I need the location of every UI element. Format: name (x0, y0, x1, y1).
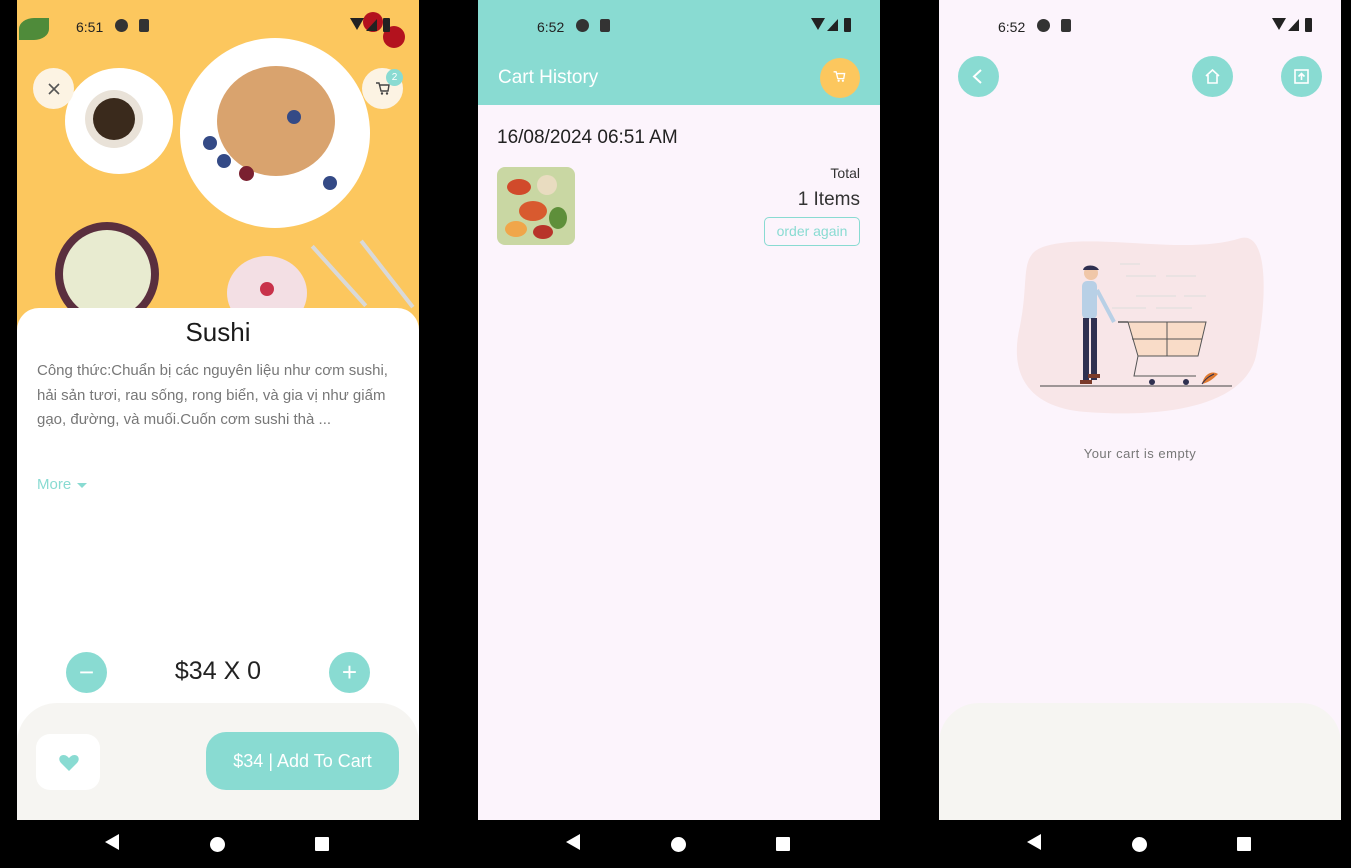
sd-card-icon (1061, 19, 1071, 32)
food-piece (533, 225, 553, 239)
close-icon (47, 82, 60, 95)
order-date: 16/08/2024 06:51 AM (497, 127, 678, 148)
cart-history-phone: 6:52 Cart History 16/08/2024 06:51 AM To… (478, 0, 880, 868)
back-button[interactable] (958, 56, 999, 97)
wifi-icon (350, 18, 364, 30)
upload-button[interactable] (1281, 56, 1322, 97)
notification-icon (1037, 19, 1050, 32)
close-button[interactable] (33, 68, 74, 109)
food-piece (537, 175, 557, 195)
empty-cart-screen: 6:52 Your cart is empty (939, 0, 1341, 820)
nav-home-icon[interactable] (671, 837, 686, 852)
notification-icon (115, 19, 128, 32)
sd-card-icon (600, 19, 610, 32)
nav-recents-icon[interactable] (776, 837, 790, 851)
nav-back-icon[interactable] (105, 834, 119, 850)
food-piece (507, 179, 531, 195)
signal-icon (827, 19, 838, 31)
blueberry (217, 154, 231, 168)
food-description: Công thức:Chuẩn bị các nguyên liệu như c… (37, 362, 388, 428)
nav-back-icon[interactable] (566, 834, 580, 850)
status-bar: 6:52 (939, 0, 1341, 52)
nav-home-icon[interactable] (1132, 837, 1147, 852)
food-piece (519, 201, 547, 221)
blueberry (323, 176, 337, 190)
more-label: More (37, 476, 72, 493)
nav-back-icon[interactable] (1027, 834, 1041, 850)
status-bar: 6:51 (17, 0, 419, 52)
bottom-area (939, 703, 1341, 820)
upload-icon (1294, 69, 1309, 84)
status-bar: 6:52 (478, 0, 880, 52)
wifi-icon (1272, 18, 1286, 30)
caret-down-icon (77, 482, 88, 488)
signal-icon (1288, 19, 1299, 31)
more-toggle[interactable]: More (37, 476, 88, 493)
nav-recents-icon[interactable] (1237, 837, 1251, 851)
food-title: Sushi (185, 317, 251, 347)
strawberry (260, 282, 274, 296)
heart-icon (59, 755, 79, 771)
battery-icon (383, 18, 390, 32)
home-button[interactable] (1192, 56, 1233, 97)
add-to-cart-button[interactable]: $34 | Add To Cart (206, 732, 399, 790)
empty-cart-phone: 6:52 Your cart is empty (939, 0, 1341, 868)
food-piece (505, 221, 527, 237)
cream (63, 230, 151, 318)
favorite-button[interactable] (36, 734, 100, 790)
food-detail-phone: 6:51 2 Sushi Công thức:Chuẩn bị các nguy… (17, 0, 419, 868)
chevron-left-icon (972, 69, 982, 84)
blueberry (287, 110, 301, 124)
system-nav-bar (17, 820, 419, 868)
nav-home-icon[interactable] (210, 837, 225, 852)
home-icon (1205, 68, 1220, 84)
wifi-icon (811, 18, 825, 30)
app-bar: 6:52 Cart History (478, 0, 880, 105)
items-count: 1 Items (797, 189, 860, 210)
status-time: 6:51 (76, 19, 104, 35)
cart-icon (375, 82, 390, 95)
coffee (93, 98, 135, 140)
pancakes (217, 66, 335, 176)
empty-cart-message: Your cart is empty (1083, 446, 1197, 461)
battery-icon (844, 18, 851, 32)
system-nav-bar (478, 820, 880, 868)
notification-icon (576, 19, 589, 32)
fork (359, 239, 415, 309)
status-time: 6:52 (537, 19, 565, 35)
page-title: Cart History (498, 67, 599, 88)
blueberry (203, 136, 217, 150)
battery-icon (1305, 18, 1312, 32)
total-label: Total (830, 165, 860, 181)
nav-recents-icon[interactable] (315, 837, 329, 851)
food-detail-screen: 6:51 2 Sushi Công thức:Chuẩn bị các nguy… (17, 0, 419, 820)
knife (310, 244, 368, 308)
raspberry (239, 166, 254, 181)
status-time: 6:52 (998, 19, 1026, 35)
bottom-action-bar: $34 | Add To Cart (17, 703, 419, 820)
order-thumbnail (497, 167, 575, 245)
cart-badge: 2 (386, 69, 403, 86)
cart-button[interactable]: 2 (362, 68, 403, 109)
cart-history-screen: 6:52 Cart History 16/08/2024 06:51 AM To… (478, 0, 880, 820)
empty-cart-illustration (1016, 237, 1264, 414)
signal-icon (366, 19, 377, 31)
system-nav-bar (939, 820, 1341, 868)
sd-card-icon (139, 19, 149, 32)
increase-button[interactable]: + (329, 652, 370, 693)
order-again-button[interactable]: order again (764, 217, 860, 246)
cart-icon (833, 71, 846, 82)
food-piece (549, 207, 567, 229)
cart-button[interactable] (820, 58, 860, 98)
